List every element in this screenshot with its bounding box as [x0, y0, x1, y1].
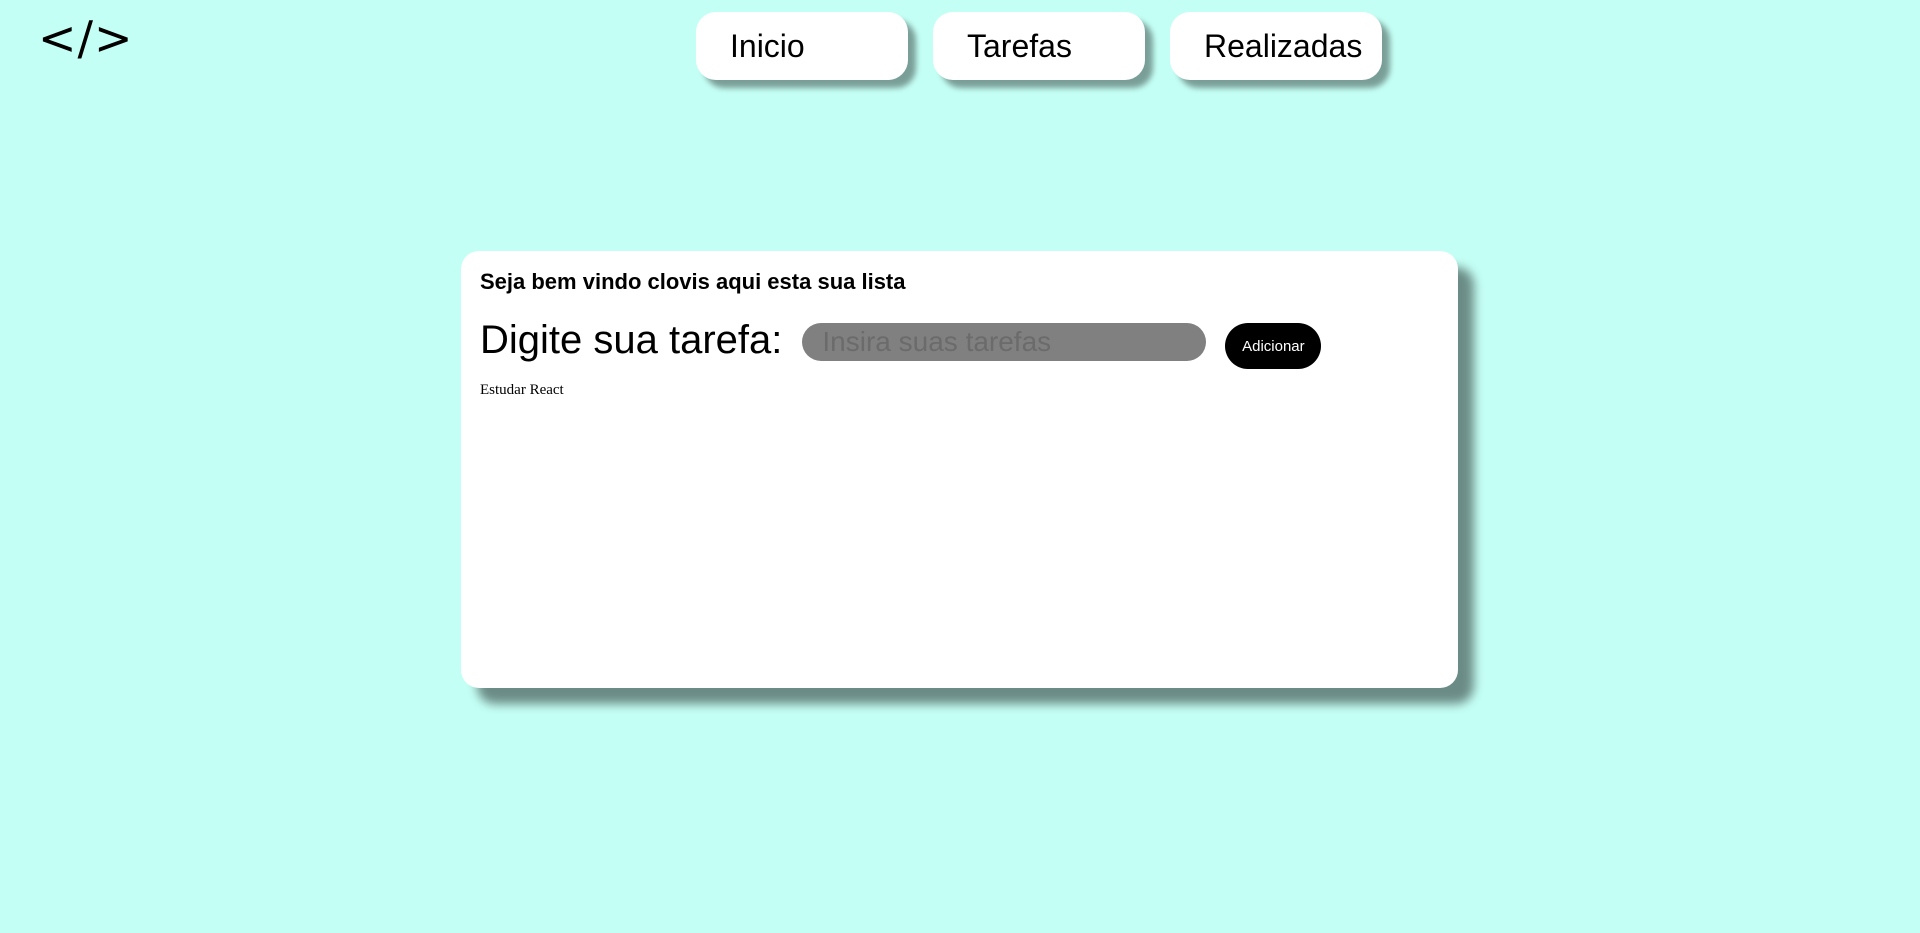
- nav-button-label: Inicio: [730, 27, 805, 64]
- nav-button-inicio[interactable]: Inicio: [696, 12, 908, 80]
- task-form: Digite sua tarefa: Adicionar: [480, 317, 1439, 369]
- top-nav: Inicio Tarefas Realizadas: [696, 12, 1382, 80]
- add-task-button[interactable]: Adicionar: [1225, 323, 1322, 369]
- task-card: Seja bem vindo clovis aqui esta sua list…: [461, 251, 1458, 688]
- nav-button-realizadas[interactable]: Realizadas: [1170, 12, 1382, 80]
- code-icon: </>: [38, 11, 134, 65]
- task-input-label: Digite sua tarefa:: [480, 318, 783, 362]
- task-item: Estudar React: [480, 382, 564, 398]
- welcome-heading: Seja bem vindo clovis aqui esta sua list…: [480, 269, 906, 294]
- task-list: Estudar React: [480, 381, 1439, 399]
- task-input[interactable]: [802, 323, 1207, 361]
- nav-button-label: Realizadas: [1204, 27, 1363, 64]
- nav-button-label: Tarefas: [967, 27, 1072, 64]
- nav-button-tarefas[interactable]: Tarefas: [933, 12, 1145, 80]
